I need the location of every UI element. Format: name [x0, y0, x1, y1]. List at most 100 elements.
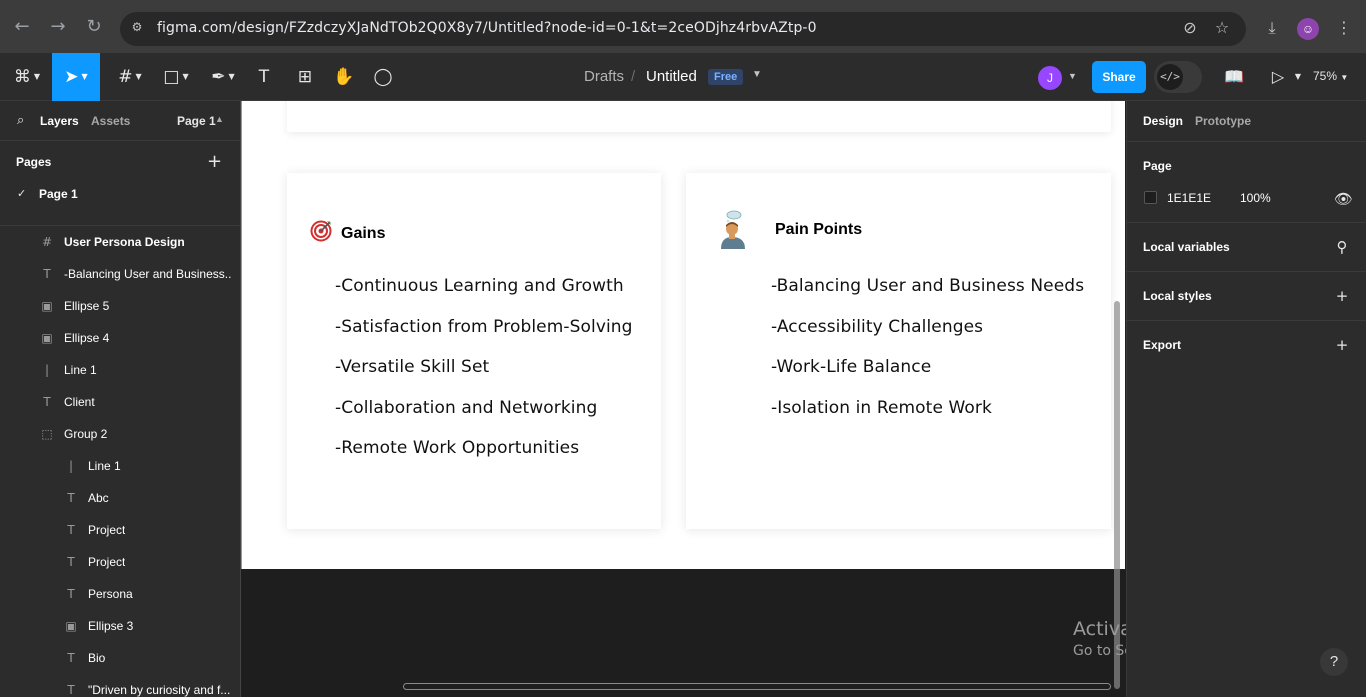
- breadcrumb-separator: /: [631, 68, 636, 85]
- layer-row[interactable]: ▣ Ellipse 3: [0, 610, 240, 642]
- checkmark-icon: ✓: [17, 187, 27, 200]
- layer-row[interactable]: T Project: [0, 514, 240, 546]
- gains-item: -Collaboration and Networking: [335, 397, 598, 418]
- shape-tool-icon[interactable]: □ ▼: [156, 53, 196, 101]
- background-hex-input[interactable]: 1E1E1E: [1167, 191, 1211, 205]
- pain-point-item: -Balancing User and Business Needs: [771, 276, 1085, 296]
- menu-icon[interactable]: ⋮: [1333, 17, 1355, 39]
- page-select[interactable]: Page 1: [177, 114, 216, 128]
- plan-badge: Free: [708, 69, 744, 85]
- page-list-item[interactable]: [0, 183, 240, 205]
- layer-row[interactable]: T Bio: [0, 642, 240, 674]
- gains-item: -Remote Work Opportunities: [335, 438, 580, 458]
- add-export-icon[interactable]: +: [1334, 337, 1350, 353]
- layer-row[interactable]: ▣ Ellipse 5: [0, 290, 240, 322]
- divider: [1127, 320, 1366, 321]
- layer-row[interactable]: T Abc: [0, 482, 240, 514]
- breadcrumb-drafts[interactable]: Drafts: [584, 68, 624, 85]
- thinking-person-icon: [721, 210, 745, 249]
- export-title[interactable]: Export: [1143, 338, 1181, 352]
- tab-layers[interactable]: Layers: [40, 114, 79, 128]
- layer-row[interactable]: T Project: [0, 546, 240, 578]
- background-opacity-input[interactable]: 100%: [1240, 191, 1271, 205]
- layer-label: Line 1: [64, 363, 97, 377]
- user-persona-frame[interactable]: Gains -Continuous Learning and Growth -Sa…: [241, 101, 1125, 569]
- hand-tool-icon[interactable]: ✋: [324, 53, 364, 101]
- layer-label: Persona: [88, 587, 133, 601]
- variables-icon[interactable]: ⚲: [1334, 239, 1350, 255]
- right-panel: Design Prototype Page 1E1E1E 100% 👁 Loca…: [1126, 101, 1366, 697]
- layer-row[interactable]: | Line 1: [0, 354, 240, 386]
- layer-row[interactable]: # User Persona Design: [0, 226, 240, 258]
- text-tool-icon[interactable]: T: [244, 53, 284, 101]
- text-icon: T: [67, 523, 75, 537]
- search-icon[interactable]: ⌕: [17, 113, 24, 128]
- forward-icon[interactable]: →: [46, 15, 70, 39]
- star-icon[interactable]: ☆: [1211, 17, 1233, 39]
- frame-tool-icon[interactable]: # ▼: [110, 53, 150, 101]
- library-icon[interactable]: 📖: [1219, 53, 1249, 101]
- pen-tool-icon[interactable]: ✒ ▼: [203, 53, 243, 101]
- background-color-swatch[interactable]: [1144, 191, 1157, 204]
- gains-item: -Continuous Learning and Growth: [335, 276, 624, 296]
- text-icon: T: [67, 587, 75, 601]
- line-icon: |: [44, 363, 50, 377]
- add-page-icon[interactable]: +: [207, 151, 222, 172]
- add-style-icon[interactable]: +: [1334, 288, 1350, 304]
- layer-row[interactable]: T -Balancing User and Business...: [0, 258, 240, 290]
- local-styles-title[interactable]: Local styles: [1143, 289, 1212, 303]
- chevron-down-icon[interactable]: ▼: [1068, 71, 1077, 81]
- download-icon[interactable]: ⤓: [1261, 17, 1283, 39]
- profile-icon[interactable]: ☺: [1297, 18, 1319, 40]
- layer-row[interactable]: | Line 1: [0, 450, 240, 482]
- chevron-down-icon[interactable]: ▼: [1283, 53, 1313, 101]
- main-menu-icon[interactable]: ⌘ ▼: [8, 53, 46, 101]
- gains-title: Gains: [341, 225, 386, 242]
- text-icon: T: [43, 267, 51, 281]
- share-button[interactable]: Share: [1092, 61, 1146, 93]
- url-text[interactable]: figma.com/design/FZzdczyXJaNdTOb2Q0X8y7/…: [157, 20, 817, 36]
- pain-points-card[interactable]: [686, 173, 1111, 529]
- zoom-level[interactable]: 75% ▼: [1313, 69, 1348, 83]
- gains-item: -Versatile Skill Set: [335, 357, 490, 377]
- back-icon[interactable]: ←: [10, 15, 34, 39]
- layer-row[interactable]: T Persona: [0, 578, 240, 610]
- help-button[interactable]: ?: [1320, 648, 1348, 676]
- chevron-up-icon[interactable]: ▲: [215, 114, 224, 124]
- tab-prototype[interactable]: Prototype: [1195, 114, 1251, 128]
- text-icon: T: [67, 491, 75, 505]
- tab-design[interactable]: Design: [1143, 114, 1183, 128]
- pain-point-item: -Isolation in Remote Work: [771, 397, 992, 418]
- local-variables-title[interactable]: Local variables: [1143, 240, 1230, 254]
- eye-icon[interactable]: 👁: [1334, 191, 1353, 207]
- layer-row[interactable]: T Client: [0, 386, 240, 418]
- horizontal-scrollbar[interactable]: [403, 683, 1111, 690]
- move-tool-icon[interactable]: ➤ ▼: [52, 53, 100, 101]
- left-panel: ⌕ Layers Assets Page 1 ▲ Pages + ✓ Page …: [0, 101, 241, 697]
- chevron-down-icon[interactable]: ▼: [752, 69, 762, 80]
- file-title[interactable]: Untitled: [646, 68, 697, 85]
- comment-tool-icon[interactable]: ◯: [363, 53, 403, 101]
- layer-label: "Driven by curiosity and f...: [88, 683, 231, 697]
- layer-row[interactable]: ▣ Ellipse 4: [0, 322, 240, 354]
- avatar[interactable]: J: [1038, 66, 1062, 90]
- tab-assets[interactable]: Assets: [91, 114, 130, 128]
- reload-icon[interactable]: ↻: [82, 15, 106, 39]
- image-icon: ▣: [41, 299, 53, 313]
- pain-point-item: -Work-Life Balance: [771, 357, 932, 377]
- site-info-icon[interactable]: ⚙: [130, 20, 144, 34]
- target-icon: [310, 220, 332, 242]
- group-icon: ⬚: [41, 427, 53, 441]
- layer-label: Line 1: [88, 459, 121, 473]
- page-list-item-label[interactable]: Page 1: [39, 187, 78, 201]
- gains-item: -Satisfaction from Problem-Solving: [335, 316, 633, 337]
- layer-row[interactable]: T "Driven by curiosity and f...: [0, 674, 240, 697]
- layer-label: Ellipse 5: [64, 299, 110, 313]
- resources-icon[interactable]: ⊞: [285, 53, 325, 101]
- top-card[interactable]: [287, 101, 1111, 132]
- cast-off-icon[interactable]: ⊘: [1179, 17, 1201, 39]
- line-icon: |: [68, 459, 74, 473]
- canvas[interactable]: Gains -Continuous Learning and Growth -Sa…: [241, 101, 1126, 697]
- layer-row[interactable]: ⬚ Group 2: [0, 418, 240, 450]
- image-icon: ▣: [41, 331, 53, 345]
